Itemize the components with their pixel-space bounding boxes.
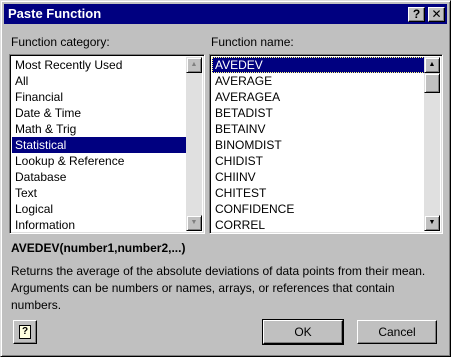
category-list-item[interactable]: Most Recently Used — [12, 57, 187, 73]
function-name-list[interactable]: AVEDEV AVERAGE AVERAGEA BETADIST BETAINV BINO… — [209, 54, 443, 234]
title-bar[interactable]: Paste Function ? ✕ — [4, 4, 447, 24]
function-name-label: Function name: — [211, 35, 294, 49]
category-list-item[interactable]: Information — [12, 217, 187, 233]
function-description: Returns the average of the absolute devi… — [11, 264, 426, 312]
category-list-item[interactable]: Financial — [12, 89, 187, 105]
function-list-item[interactable]: BETAINV — [212, 121, 425, 137]
function-list-item[interactable]: BETADIST — [212, 105, 425, 121]
category-list-item[interactable]: Lookup & Reference — [12, 153, 187, 169]
function-list-item[interactable]: CORREL — [212, 217, 425, 233]
ok-button[interactable]: OK — [262, 319, 344, 345]
arrow-down-icon[interactable]: ▼ — [186, 215, 202, 231]
category-items: Most Recently Used All Financial Date & Tim… — [12, 57, 187, 233]
arrow-down-icon[interactable]: ▼ — [424, 215, 440, 231]
office-assistant-icon: ? — [19, 325, 31, 339]
category-list-item[interactable]: Date & Time — [12, 105, 187, 121]
function-list-item[interactable]: CONFIDENCE — [212, 201, 425, 217]
category-list-item[interactable]: Logical — [12, 201, 187, 217]
function-list-item[interactable]: BINOMDIST — [212, 137, 425, 153]
category-list-item[interactable]: Text — [12, 185, 187, 201]
arrow-up-icon[interactable]: ▲ — [186, 57, 202, 73]
function-items: AVEDEV AVERAGE AVERAGEA BETADIST BETAINV BINO… — [212, 57, 425, 233]
office-assistant-button[interactable]: ? — [13, 320, 37, 344]
category-scrollbar[interactable]: ▲ ▼ — [186, 57, 202, 231]
category-list-item[interactable]: Statistical — [12, 137, 187, 153]
category-list-item[interactable]: All — [12, 73, 187, 89]
function-category-label: Function category: — [11, 35, 110, 49]
function-list-item[interactable]: CHITEST — [212, 185, 425, 201]
function-syntax: AVEDEV(number1,number2,...) — [11, 241, 186, 255]
paste-function-dialog: Paste Function ? ✕ Function category: Fu… — [0, 0, 451, 357]
function-scrollbar[interactable]: ▲ ▼ — [424, 57, 440, 231]
category-list-item[interactable]: Math & Trig — [12, 121, 187, 137]
function-list-item[interactable]: AVERAGE — [212, 73, 425, 89]
scroll-thumb[interactable] — [424, 73, 440, 93]
close-icon[interactable]: ✕ — [428, 7, 445, 22]
category-list-item[interactable]: Database — [12, 169, 187, 185]
function-list-item[interactable]: CHIDIST — [212, 153, 425, 169]
function-category-list[interactable]: Most Recently Used All Financial Date & Tim… — [9, 54, 205, 234]
function-list-item[interactable]: AVERAGEA — [212, 89, 425, 105]
window-title: Paste Function — [8, 6, 102, 21]
cancel-button[interactable]: Cancel — [357, 320, 437, 344]
arrow-up-icon[interactable]: ▲ — [424, 57, 440, 73]
function-list-item[interactable]: AVEDEV — [212, 57, 425, 73]
help-icon[interactable]: ? — [408, 7, 425, 22]
function-list-item[interactable]: CHIINV — [212, 169, 425, 185]
